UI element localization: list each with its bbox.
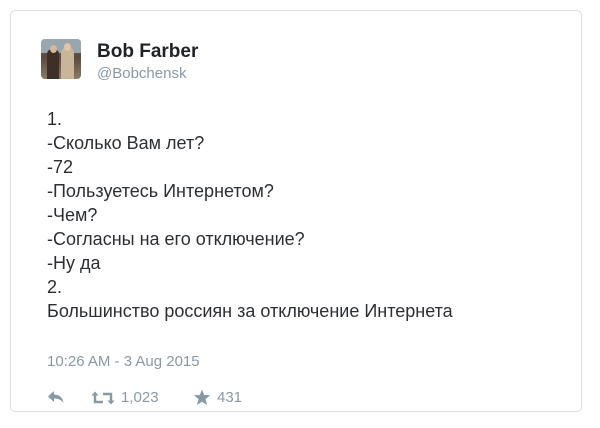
reply-button[interactable] <box>47 389 65 405</box>
tweet-timestamp[interactable]: 10:26 AM - 3 Aug 2015 <box>47 353 200 370</box>
avatar[interactable] <box>41 39 81 79</box>
reply-icon <box>47 389 65 405</box>
author-name[interactable]: Bob Farber <box>97 41 198 63</box>
favorite-button[interactable]: 431 <box>193 389 242 406</box>
tweet-line: -Сколько Вам лет? <box>47 133 205 153</box>
tweet-line: -Согласны на его отключение? <box>47 229 305 249</box>
tweet-card: Bob Farber @Bobchensk 1. -Сколько Вам ле… <box>10 10 582 412</box>
retweet-button[interactable]: 1,023 <box>91 389 159 406</box>
tweet-line: -Ну да <box>47 253 101 273</box>
tweet-text: 1. -Сколько Вам лет? -72 -Пользуетесь Ин… <box>47 107 453 323</box>
tweet-line: Большинство россиян за отключение Интерн… <box>47 301 453 321</box>
tweet-line: -Чем? <box>47 205 98 225</box>
tweet-line: 2. <box>47 277 63 297</box>
tweet-line: -Пользуетесь Интернетом? <box>47 181 274 201</box>
star-icon <box>193 389 211 406</box>
favorite-count: 431 <box>217 389 243 406</box>
tweet-line: 1. <box>47 109 63 129</box>
retweet-icon <box>91 390 115 406</box>
retweet-count: 1,023 <box>121 389 159 406</box>
author-handle[interactable]: @Bobchensk <box>97 65 186 82</box>
tweet-line: -72 <box>47 157 74 177</box>
